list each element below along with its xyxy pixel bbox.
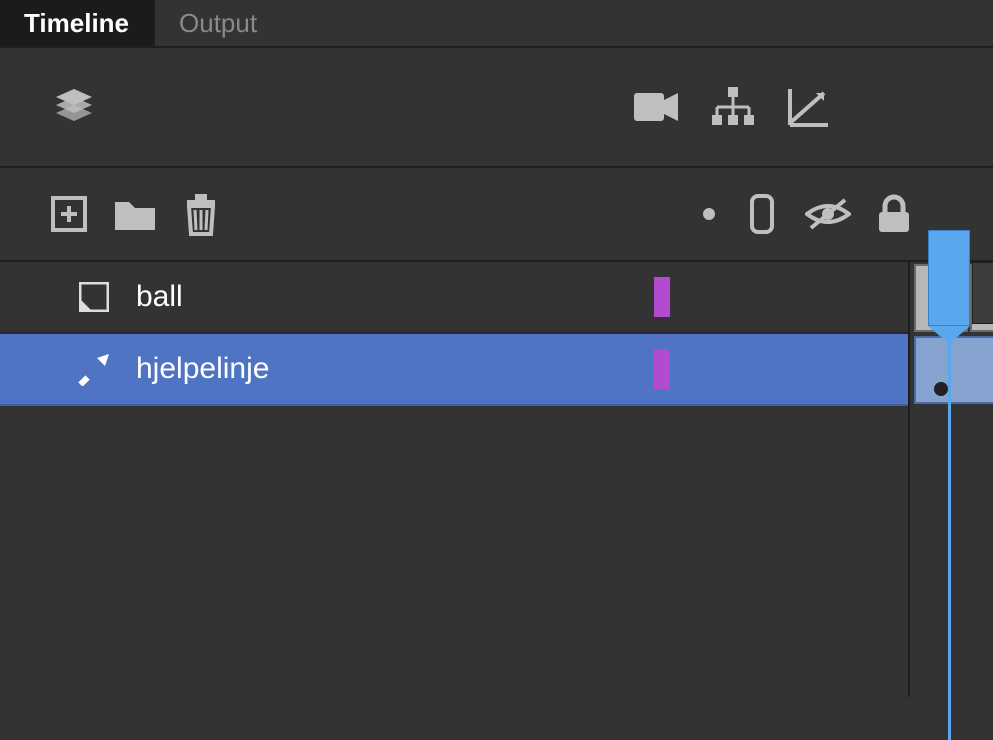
new-folder-button[interactable]	[102, 189, 168, 239]
timeline-top-toolbar	[0, 48, 993, 166]
layer-name: ball	[136, 280, 183, 314]
layer-color-chip[interactable]	[654, 277, 670, 317]
frame-cell-selected[interactable]	[914, 336, 993, 404]
delete-layer-button[interactable]	[168, 189, 234, 239]
layer-type-guide-icon	[72, 352, 116, 386]
active-layer-indicator-dot	[703, 208, 715, 220]
timeline-frames-area[interactable]	[908, 262, 993, 697]
layer-toolbar	[0, 168, 993, 260]
new-layer-button[interactable]	[36, 189, 102, 239]
layers-mode-icon[interactable]	[36, 77, 112, 137]
layer-type-normal-icon	[72, 282, 116, 312]
layer-color-chip[interactable]	[654, 349, 670, 389]
panel-tabbar: Timeline Output	[0, 0, 993, 48]
timeline-body: ball hjelpelinje	[0, 262, 993, 697]
layer-row-hjelpelinje[interactable]: hjelpelinje	[0, 334, 908, 406]
hierarchy-icon[interactable]	[695, 77, 771, 137]
tab-output[interactable]: Output	[155, 0, 281, 46]
lock-toggle-icon[interactable]	[861, 189, 927, 239]
timeline-ruler-fragment[interactable]	[972, 262, 993, 324]
graph-icon[interactable]	[771, 77, 847, 137]
outline-toggle-icon[interactable]	[729, 189, 795, 239]
layer-name: hjelpelinje	[136, 352, 269, 386]
visibility-toggle-icon[interactable]	[795, 189, 861, 239]
layer-row-ball[interactable]: ball	[0, 262, 908, 334]
layer-list: ball hjelpelinje	[0, 262, 908, 697]
camera-icon[interactable]	[619, 77, 695, 137]
tab-timeline[interactable]: Timeline	[0, 0, 155, 46]
frame-cell[interactable]	[914, 264, 968, 332]
